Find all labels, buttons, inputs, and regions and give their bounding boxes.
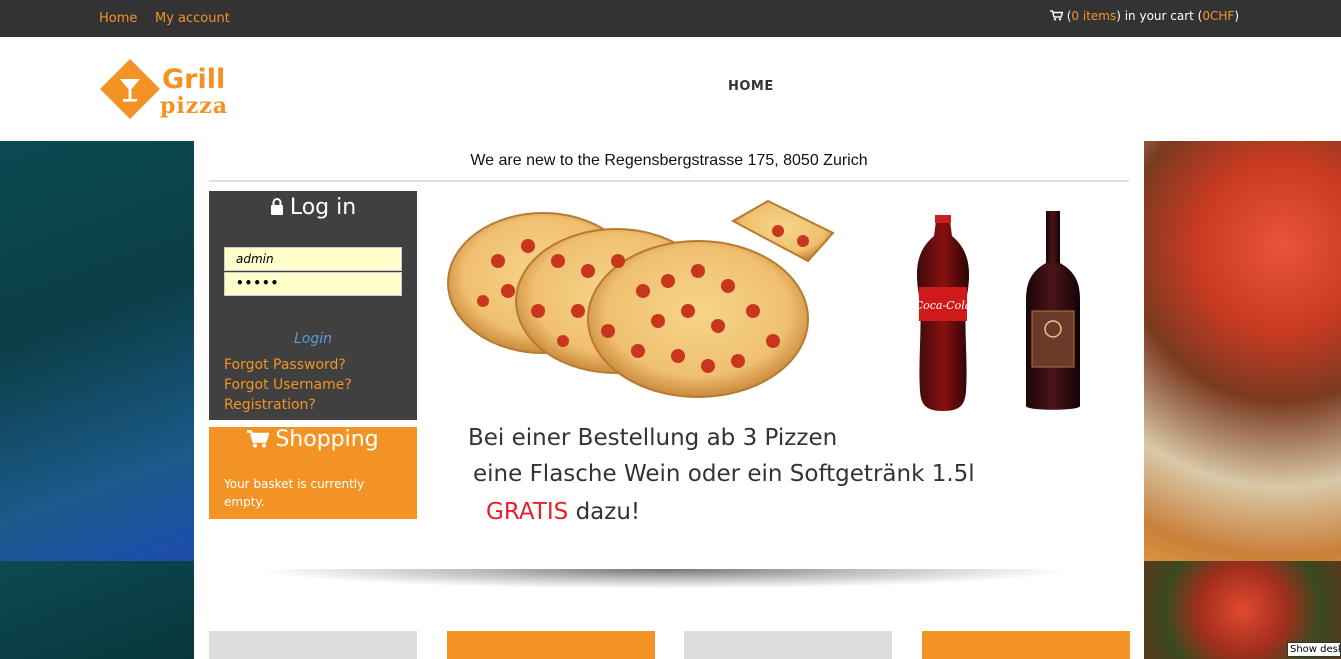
top-bar: Home My account (0 items) in your cart (… [0, 0, 1341, 37]
shopping-panel: Shopping Your basket is currently empty. [209, 427, 417, 519]
login-title: Log in [209, 195, 417, 220]
logo-word-pizza: pizza [160, 93, 228, 119]
feature-tile-1[interactable] [209, 631, 417, 659]
feature-tile-4[interactable] [922, 631, 1130, 659]
forgot-username-link[interactable]: Forgot Username? [224, 377, 352, 393]
shopping-title-text: Shopping [275, 427, 379, 452]
promo-line-1: Bei einer Bestellung ab 3 Pizzen [468, 425, 838, 451]
forgot-password-link[interactable]: Forgot Password? [224, 357, 346, 373]
feature-tile-3[interactable] [684, 631, 892, 659]
feature-tile-2[interactable] [447, 631, 655, 659]
cart-total[interactable]: 0CHF [1202, 9, 1234, 23]
password-input[interactable]: ••••• [224, 272, 402, 296]
address-notice: We are new to the Regensbergstrasse 175,… [470, 152, 868, 169]
nav-item-home[interactable]: HOME [728, 79, 774, 94]
registration-link[interactable]: Registration? [224, 397, 316, 413]
cart-summary[interactable]: (0 items) in your cart (0CHF) [1049, 9, 1239, 23]
logo-word-grill: Grill [162, 64, 226, 95]
promo-tail: dazu! [575, 499, 641, 525]
site-logo[interactable]: Grill pizza [100, 59, 240, 121]
login-panel: Log in admin ••••• Login Forgot Password… [209, 191, 417, 420]
shopping-title: Shopping [209, 427, 417, 452]
cart-close-paren: ) [1234, 9, 1239, 23]
cart-middle-text: ) in your cart ( [1116, 9, 1203, 23]
cart-icon [247, 430, 270, 448]
background-image-left-lower [0, 561, 194, 659]
basket-status: Your basket is currently empty. [224, 477, 365, 509]
cart-items-count[interactable]: 0 items [1071, 9, 1116, 23]
login-button[interactable]: Login [209, 331, 417, 347]
background-image-right [1144, 141, 1341, 561]
cart-icon [1049, 10, 1064, 21]
site-header: Grill pizza HOME [0, 37, 1341, 141]
username-input[interactable]: admin [224, 247, 402, 271]
top-link-home[interactable]: Home [99, 11, 137, 26]
divider [209, 180, 1129, 182]
main-content: We are new to the Regensbergstrasse 175,… [194, 141, 1144, 659]
promo-banner[interactable]: Coca-Cola Bei einer Bestellung ab 3 Pizz… [438, 191, 1118, 536]
top-link-my-account[interactable]: My account [155, 11, 230, 26]
promo-gratis: GRATIS [486, 499, 569, 525]
login-title-text: Log in [289, 195, 357, 220]
section-shadow-divider [254, 569, 1074, 589]
coke-label-text: Coca-Cola [915, 299, 972, 312]
lock-icon [270, 198, 283, 215]
promo-line-3: GRATIS dazu! [486, 499, 640, 525]
show-desktop-button[interactable]: Show desktop [1287, 642, 1341, 657]
promo-line-2: eine Flasche Wein oder ein Softgetränk 1… [473, 461, 975, 487]
